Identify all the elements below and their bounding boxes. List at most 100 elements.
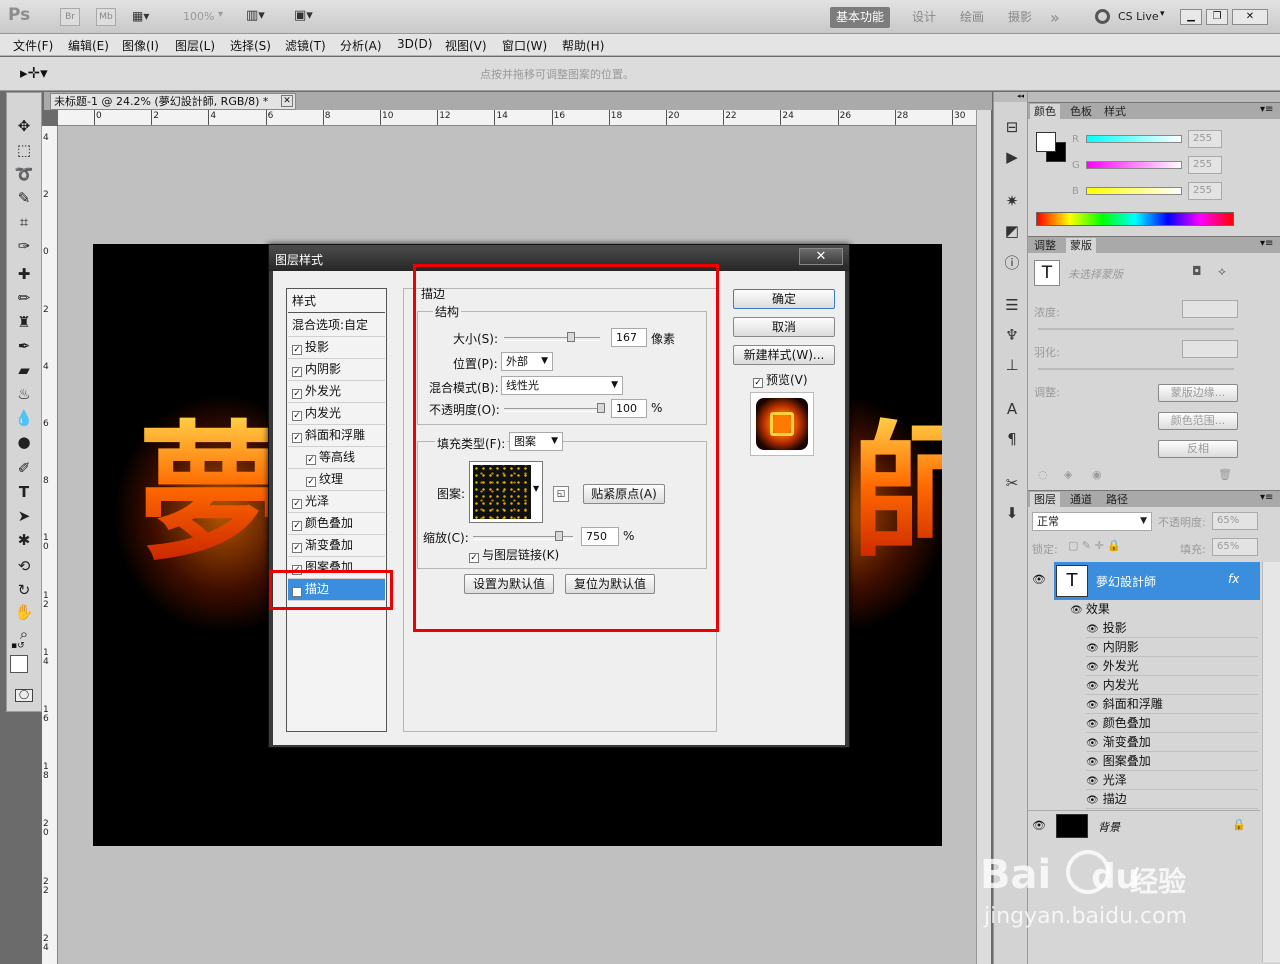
paragraph-panel-icon[interactable]: ¶: [1002, 430, 1022, 450]
layer-blend-mode-select[interactable]: 正常 ▼: [1032, 512, 1152, 531]
screen-mode-icon[interactable]: ▣▾: [294, 8, 313, 23]
green-value[interactable]: 255: [1188, 156, 1222, 174]
blending-options-item[interactable]: 混合选项:自定: [288, 315, 385, 337]
menu-view[interactable]: 视图(V): [445, 37, 487, 54]
density-input[interactable]: [1182, 300, 1238, 318]
fill-input[interactable]: 65%: [1212, 538, 1258, 556]
style-item[interactable]: ✓ 内发光: [288, 403, 385, 425]
cs-live-menu[interactable]: CS Live: [1118, 10, 1159, 23]
color-range-button[interactable]: 颜色范围...: [1158, 412, 1238, 430]
bridge-button[interactable]: Br: [60, 8, 80, 26]
style-item[interactable]: ✓ 渐变叠加: [288, 535, 385, 557]
style-item[interactable]: ✓ 外发光: [288, 381, 385, 403]
style-checkbox-icon[interactable]: ✓: [306, 477, 316, 487]
opacity-slider-track[interactable]: [504, 408, 604, 412]
color-panel-menu-icon[interactable]: ▾≡: [1260, 104, 1273, 115]
layers-scrollbar[interactable]: [1262, 562, 1280, 962]
tab-swatches[interactable]: 色板: [1066, 104, 1096, 120]
tab-paths[interactable]: 路径: [1102, 492, 1132, 508]
3d-panel-icon[interactable]: ✂: [1002, 474, 1022, 494]
tab-masks[interactable]: 蒙版: [1066, 238, 1096, 254]
tab-adjustments[interactable]: 调整: [1030, 238, 1060, 254]
scale-input[interactable]: 750: [581, 527, 619, 546]
style-item[interactable]: ✓ 颜色叠加: [288, 513, 385, 535]
blue-slider[interactable]: [1086, 187, 1182, 195]
history-panel-icon[interactable]: ⊟: [1002, 118, 1022, 138]
menu-image[interactable]: 图像(I): [122, 37, 159, 54]
menu-edit[interactable]: 编辑(E): [68, 37, 109, 54]
effect-eye-icon[interactable]: 👁: [1086, 624, 1099, 635]
feather-slider[interactable]: [1038, 368, 1234, 370]
history-brush-icon[interactable]: ✒: [10, 335, 38, 357]
brushes-panel-icon[interactable]: ☰: [1002, 296, 1022, 316]
new-style-button[interactable]: 新建样式(W)...: [733, 345, 835, 365]
layer-effect-row[interactable]: 👁 投影: [1086, 619, 1258, 638]
effect-eye-icon[interactable]: 👁: [1086, 795, 1099, 806]
brush-tool-icon[interactable]: ✏: [10, 287, 38, 309]
workspace-essentials[interactable]: 基本功能: [830, 7, 891, 28]
hand-tool-icon[interactable]: ✋: [10, 601, 38, 623]
new-preset-icon[interactable]: ◱: [553, 486, 569, 502]
layer-row-background[interactable]: 👁 背景 🔒: [1028, 810, 1260, 840]
mask-edge-button[interactable]: 蒙版边缘...: [1158, 384, 1238, 402]
effect-eye-icon[interactable]: 👁: [1086, 700, 1099, 711]
default-colors-icon[interactable]: ▪↺: [11, 641, 25, 651]
tab-channels[interactable]: 通道: [1066, 492, 1096, 508]
layer-fx-icon[interactable]: fx: [1228, 572, 1239, 586]
restore-icon[interactable]: ❐: [1206, 9, 1228, 25]
eyedropper-tool-icon[interactable]: ✑: [10, 235, 38, 257]
red-slider[interactable]: [1086, 135, 1182, 143]
foreground-color-swatch[interactable]: [10, 655, 28, 673]
layer-effect-row[interactable]: 👁 外发光: [1086, 657, 1258, 676]
crop-tool-icon[interactable]: ⌗: [10, 211, 38, 233]
disable-mask-icon[interactable]: ◉: [1092, 468, 1102, 481]
mini-bridge-button[interactable]: Mb: [96, 8, 116, 26]
pattern-picker[interactable]: ▼: [469, 461, 543, 523]
dialog-close-icon[interactable]: ✕: [799, 248, 843, 265]
paint-bucket-icon[interactable]: ♨: [10, 383, 38, 405]
feather-input[interactable]: [1182, 340, 1238, 358]
tab-layers[interactable]: 图层: [1030, 492, 1060, 508]
marquee-tool-icon[interactable]: ⬚: [10, 139, 38, 161]
reset-default-button[interactable]: 复位为默认值: [565, 574, 655, 594]
menu-file[interactable]: 文件(F): [13, 37, 53, 54]
styles-header[interactable]: 样式: [288, 291, 385, 313]
opacity-input[interactable]: 100: [611, 399, 647, 418]
actions-panel-icon[interactable]: ▶: [1002, 148, 1022, 168]
set-default-button[interactable]: 设置为默认值: [464, 574, 554, 594]
more-workspaces-icon[interactable]: »: [1044, 7, 1066, 28]
effect-eye-icon[interactable]: 👁: [1086, 643, 1099, 654]
pixel-mask-icon[interactable]: ◘: [1192, 264, 1202, 278]
foreground-color[interactable]: [1036, 132, 1056, 152]
style-checkbox-icon[interactable]: ✓: [292, 367, 302, 377]
minimize-icon[interactable]: ▁: [1180, 9, 1202, 25]
workspace-photography[interactable]: 摄影: [1002, 7, 1038, 28]
style-item[interactable]: ✓ 斜面和浮雕: [288, 425, 385, 447]
cs-live-dropdown-icon[interactable]: ▾: [1160, 9, 1165, 19]
size-slider-track[interactable]: [504, 337, 600, 341]
menu-layer[interactable]: 图层(L): [175, 37, 215, 54]
clone-stamp-icon[interactable]: ♜: [10, 311, 38, 333]
masks-panel-menu-icon[interactable]: ▾≡: [1260, 238, 1273, 249]
workspace-design[interactable]: 设计: [906, 7, 942, 28]
eraser-tool-icon[interactable]: ▰: [10, 359, 38, 381]
ok-button[interactable]: 确定: [733, 289, 835, 309]
fill-type-select[interactable]: 图案 ▼: [509, 432, 563, 451]
layer-effect-row[interactable]: 👁 颜色叠加: [1086, 714, 1258, 733]
path-select-icon[interactable]: ➤: [10, 505, 38, 527]
navigator-panel-icon[interactable]: ✷: [1002, 192, 1022, 212]
vector-mask-icon[interactable]: ⟡: [1218, 264, 1226, 279]
menu-help[interactable]: 帮助(H): [562, 37, 604, 54]
lock-icons[interactable]: ▢ ✎ ✛ 🔒: [1068, 539, 1121, 552]
layer-effect-row[interactable]: 👁 光泽: [1086, 771, 1258, 790]
effect-eye-icon[interactable]: 👁: [1086, 776, 1099, 787]
type-tool-icon[interactable]: T: [10, 481, 38, 503]
effect-eye-icon[interactable]: 👁: [1086, 719, 1099, 730]
invert-button[interactable]: 反相: [1158, 440, 1238, 458]
style-checkbox-icon[interactable]: ✓: [292, 521, 302, 531]
style-checkbox-icon[interactable]: ✓: [292, 433, 302, 443]
collapse-strip-icon[interactable]: ◂◂: [994, 92, 1027, 102]
lasso-tool-icon[interactable]: ➰: [10, 163, 38, 185]
tab-color[interactable]: 颜色: [1030, 104, 1060, 120]
style-item[interactable]: ✓ 等高线: [288, 447, 385, 469]
